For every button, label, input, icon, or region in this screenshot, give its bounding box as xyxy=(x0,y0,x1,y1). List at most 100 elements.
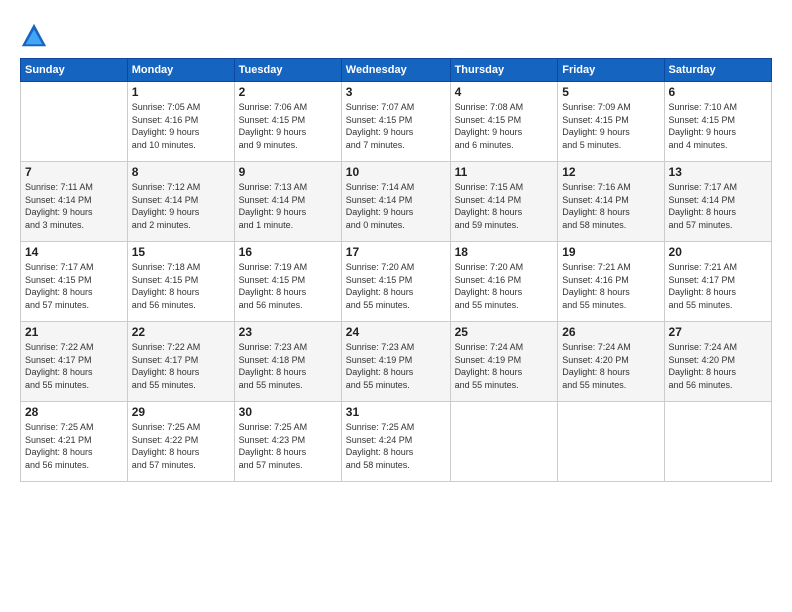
day-info: Sunrise: 7:20 AM Sunset: 4:16 PM Dayligh… xyxy=(455,261,554,311)
weekday-header: Monday xyxy=(127,59,234,82)
day-number: 25 xyxy=(455,325,554,339)
logo-icon xyxy=(20,22,48,50)
day-number: 24 xyxy=(346,325,446,339)
day-number: 30 xyxy=(239,405,337,419)
calendar-week-row: 1 Sunrise: 7:05 AM Sunset: 4:16 PM Daylig… xyxy=(21,82,772,162)
calendar-cell xyxy=(450,402,558,482)
day-number: 2 xyxy=(239,85,337,99)
day-info: Sunrise: 7:24 AM Sunset: 4:19 PM Dayligh… xyxy=(455,341,554,391)
calendar-cell: 5 Sunrise: 7:09 AM Sunset: 4:15 PM Daylig… xyxy=(558,82,664,162)
day-info: Sunrise: 7:22 AM Sunset: 4:17 PM Dayligh… xyxy=(132,341,230,391)
day-info: Sunrise: 7:25 AM Sunset: 4:24 PM Dayligh… xyxy=(346,421,446,471)
calendar-cell: 8 Sunrise: 7:12 AM Sunset: 4:14 PM Daylig… xyxy=(127,162,234,242)
day-number: 31 xyxy=(346,405,446,419)
calendar-cell: 12 Sunrise: 7:16 AM Sunset: 4:14 PM Dayli… xyxy=(558,162,664,242)
day-info: Sunrise: 7:23 AM Sunset: 4:18 PM Dayligh… xyxy=(239,341,337,391)
calendar-cell: 28 Sunrise: 7:25 AM Sunset: 4:21 PM Dayli… xyxy=(21,402,128,482)
day-number: 18 xyxy=(455,245,554,259)
day-number: 15 xyxy=(132,245,230,259)
calendar-header: SundayMondayTuesdayWednesdayThursdayFrid… xyxy=(21,59,772,82)
day-info: Sunrise: 7:11 AM Sunset: 4:14 PM Dayligh… xyxy=(25,181,123,231)
weekday-header: Saturday xyxy=(664,59,771,82)
day-info: Sunrise: 7:22 AM Sunset: 4:17 PM Dayligh… xyxy=(25,341,123,391)
day-number: 12 xyxy=(562,165,659,179)
day-number: 7 xyxy=(25,165,123,179)
day-info: Sunrise: 7:05 AM Sunset: 4:16 PM Dayligh… xyxy=(132,101,230,151)
weekday-header: Thursday xyxy=(450,59,558,82)
day-info: Sunrise: 7:13 AM Sunset: 4:14 PM Dayligh… xyxy=(239,181,337,231)
day-info: Sunrise: 7:23 AM Sunset: 4:19 PM Dayligh… xyxy=(346,341,446,391)
calendar-cell xyxy=(664,402,771,482)
calendar-cell: 17Sunrise: 7:20 AM Sunset: 4:15 PM Dayli… xyxy=(341,242,450,322)
day-info: Sunrise: 7:25 AM Sunset: 4:22 PM Dayligh… xyxy=(132,421,230,471)
day-info: Sunrise: 7:16 AM Sunset: 4:14 PM Dayligh… xyxy=(562,181,659,231)
calendar-cell: 29 Sunrise: 7:25 AM Sunset: 4:22 PM Dayli… xyxy=(127,402,234,482)
calendar-cell: 13 Sunrise: 7:17 AM Sunset: 4:14 PM Dayli… xyxy=(664,162,771,242)
calendar-cell: 23Sunrise: 7:23 AM Sunset: 4:18 PM Dayli… xyxy=(234,322,341,402)
calendar-cell: 27 Sunrise: 7:24 AM Sunset: 4:20 PM Dayli… xyxy=(664,322,771,402)
calendar-cell: 1 Sunrise: 7:05 AM Sunset: 4:16 PM Daylig… xyxy=(127,82,234,162)
calendar-cell: 9 Sunrise: 7:13 AM Sunset: 4:14 PM Daylig… xyxy=(234,162,341,242)
calendar-cell: 31 Sunrise: 7:25 AM Sunset: 4:24 PM Dayli… xyxy=(341,402,450,482)
calendar-cell: 11 Sunrise: 7:15 AM Sunset: 4:14 PM Dayli… xyxy=(450,162,558,242)
day-info: Sunrise: 7:10 AM Sunset: 4:15 PM Dayligh… xyxy=(669,101,767,151)
day-info: Sunrise: 7:18 AM Sunset: 4:15 PM Dayligh… xyxy=(132,261,230,311)
day-info: Sunrise: 7:09 AM Sunset: 4:15 PM Dayligh… xyxy=(562,101,659,151)
day-number: 9 xyxy=(239,165,337,179)
calendar-cell: 14Sunrise: 7:17 AM Sunset: 4:15 PM Dayli… xyxy=(21,242,128,322)
day-number: 21 xyxy=(25,325,123,339)
day-number: 19 xyxy=(562,245,659,259)
calendar-week-row: 7 Sunrise: 7:11 AM Sunset: 4:14 PM Daylig… xyxy=(21,162,772,242)
calendar-week-row: 21 Sunrise: 7:22 AM Sunset: 4:17 PM Dayli… xyxy=(21,322,772,402)
logo xyxy=(20,22,52,50)
day-info: Sunrise: 7:21 AM Sunset: 4:16 PM Dayligh… xyxy=(562,261,659,311)
calendar-cell: 21 Sunrise: 7:22 AM Sunset: 4:17 PM Dayli… xyxy=(21,322,128,402)
calendar-cell: 16 Sunrise: 7:19 AM Sunset: 4:15 PM Dayli… xyxy=(234,242,341,322)
calendar-cell: 24 Sunrise: 7:23 AM Sunset: 4:19 PM Dayli… xyxy=(341,322,450,402)
day-info: Sunrise: 7:21 AM Sunset: 4:17 PM Dayligh… xyxy=(669,261,767,311)
day-number: 27 xyxy=(669,325,767,339)
calendar-table: SundayMondayTuesdayWednesdayThursdayFrid… xyxy=(20,58,772,482)
day-number: 28 xyxy=(25,405,123,419)
day-info: Sunrise: 7:20 AM Sunset: 4:15 PM Dayligh… xyxy=(346,261,446,311)
day-info: Sunrise: 7:08 AM Sunset: 4:15 PM Dayligh… xyxy=(455,101,554,151)
day-number: 29 xyxy=(132,405,230,419)
weekday-row: SundayMondayTuesdayWednesdayThursdayFrid… xyxy=(21,59,772,82)
day-info: Sunrise: 7:17 AM Sunset: 4:15 PM Dayligh… xyxy=(25,261,123,311)
day-number: 6 xyxy=(669,85,767,99)
day-info: Sunrise: 7:12 AM Sunset: 4:14 PM Dayligh… xyxy=(132,181,230,231)
day-info: Sunrise: 7:24 AM Sunset: 4:20 PM Dayligh… xyxy=(669,341,767,391)
calendar-cell: 4 Sunrise: 7:08 AM Sunset: 4:15 PM Daylig… xyxy=(450,82,558,162)
day-number: 8 xyxy=(132,165,230,179)
day-info: Sunrise: 7:17 AM Sunset: 4:14 PM Dayligh… xyxy=(669,181,767,231)
calendar-cell: 10Sunrise: 7:14 AM Sunset: 4:14 PM Dayli… xyxy=(341,162,450,242)
day-number: 26 xyxy=(562,325,659,339)
calendar-cell: 30Sunrise: 7:25 AM Sunset: 4:23 PM Dayli… xyxy=(234,402,341,482)
day-info: Sunrise: 7:06 AM Sunset: 4:15 PM Dayligh… xyxy=(239,101,337,151)
calendar-cell: 18 Sunrise: 7:20 AM Sunset: 4:16 PM Dayli… xyxy=(450,242,558,322)
day-number: 16 xyxy=(239,245,337,259)
weekday-header: Tuesday xyxy=(234,59,341,82)
day-number: 11 xyxy=(455,165,554,179)
day-number: 22 xyxy=(132,325,230,339)
day-number: 1 xyxy=(132,85,230,99)
day-number: 5 xyxy=(562,85,659,99)
calendar-cell xyxy=(21,82,128,162)
day-info: Sunrise: 7:25 AM Sunset: 4:21 PM Dayligh… xyxy=(25,421,123,471)
calendar-cell: 3Sunrise: 7:07 AM Sunset: 4:15 PM Daylig… xyxy=(341,82,450,162)
day-info: Sunrise: 7:15 AM Sunset: 4:14 PM Dayligh… xyxy=(455,181,554,231)
day-info: Sunrise: 7:19 AM Sunset: 4:15 PM Dayligh… xyxy=(239,261,337,311)
calendar-cell: 2 Sunrise: 7:06 AM Sunset: 4:15 PM Daylig… xyxy=(234,82,341,162)
calendar-cell: 6 Sunrise: 7:10 AM Sunset: 4:15 PM Daylig… xyxy=(664,82,771,162)
calendar-cell: 22 Sunrise: 7:22 AM Sunset: 4:17 PM Dayli… xyxy=(127,322,234,402)
weekday-header: Wednesday xyxy=(341,59,450,82)
calendar-cell xyxy=(558,402,664,482)
day-info: Sunrise: 7:07 AM Sunset: 4:15 PM Dayligh… xyxy=(346,101,446,151)
weekday-header: Friday xyxy=(558,59,664,82)
calendar-cell: 7 Sunrise: 7:11 AM Sunset: 4:14 PM Daylig… xyxy=(21,162,128,242)
calendar-cell: 20Sunrise: 7:21 AM Sunset: 4:17 PM Dayli… xyxy=(664,242,771,322)
day-number: 4 xyxy=(455,85,554,99)
day-number: 13 xyxy=(669,165,767,179)
calendar-week-row: 14Sunrise: 7:17 AM Sunset: 4:15 PM Dayli… xyxy=(21,242,772,322)
day-info: Sunrise: 7:14 AM Sunset: 4:14 PM Dayligh… xyxy=(346,181,446,231)
